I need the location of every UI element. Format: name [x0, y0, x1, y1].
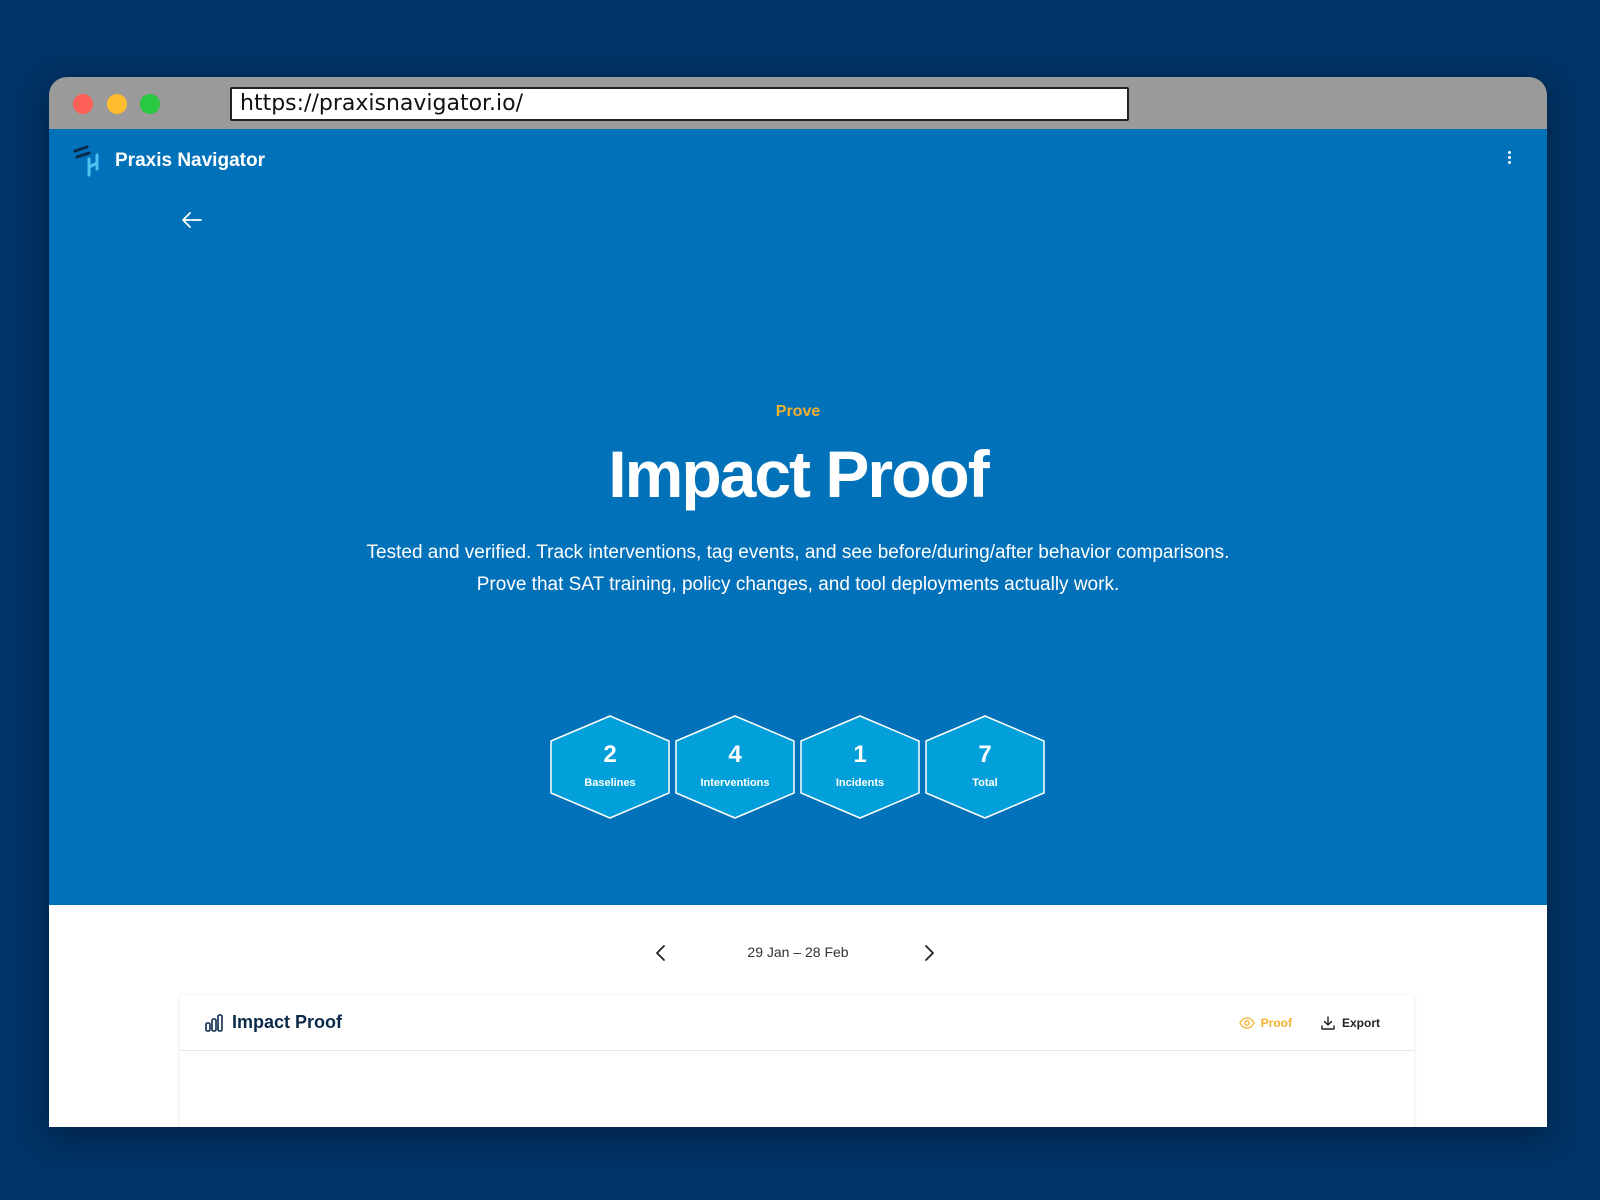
- stat-value: 4: [728, 741, 742, 768]
- main-content: 29 Jan – 28 Feb Impact Proof Proof Expor…: [49, 905, 1547, 1127]
- arrow-left-icon[interactable]: [180, 208, 204, 232]
- card-title: Impact Proof: [232, 1012, 343, 1032]
- date-range-label: 29 Jan – 28 Feb: [747, 944, 849, 960]
- maximize-window-button[interactable]: [140, 94, 160, 114]
- hero-section: Praxis Navigator Prove Impact Proof Test…: [49, 129, 1547, 905]
- kebab-menu-icon[interactable]: [1503, 151, 1515, 171]
- eye-icon: [1238, 1017, 1255, 1029]
- address-bar[interactable]: https://praxisnavigator.io/: [230, 87, 1129, 121]
- card-header: Impact Proof Proof Export: [180, 995, 1414, 1051]
- browser-chrome: https://praxisnavigator.io/: [49, 77, 1547, 129]
- stat-label: Interventions: [700, 777, 770, 789]
- brand[interactable]: Praxis Navigator: [73, 145, 265, 177]
- brand-name: Praxis Navigator: [115, 150, 265, 171]
- stat-value: 2: [603, 741, 617, 768]
- page-title: Impact Proof: [608, 437, 989, 511]
- date-navigator: 29 Jan – 28 Feb: [49, 941, 1547, 965]
- stat-hex-interventions: 4 Interventions: [675, 715, 795, 819]
- minimize-window-button[interactable]: [107, 94, 127, 114]
- impact-proof-card: Impact Proof Proof Export: [180, 995, 1414, 1127]
- download-icon: [1321, 1016, 1335, 1030]
- stat-label: Incidents: [835, 777, 885, 789]
- praxis-logo-icon: [73, 145, 99, 177]
- proof-button[interactable]: Proof: [1238, 1013, 1292, 1033]
- close-window-button[interactable]: [73, 94, 93, 114]
- bar-chart-icon: [205, 1014, 223, 1032]
- section-eyebrow: Prove: [775, 403, 821, 420]
- stat-value: 1: [853, 741, 867, 768]
- stat-hex-baselines: 2 Baselines: [550, 715, 670, 819]
- stat-label: Baselines: [584, 777, 636, 789]
- chevron-right-icon[interactable]: [917, 941, 941, 965]
- browser-window: https://praxisnavigator.io/ Praxis Navig…: [49, 77, 1547, 1127]
- proof-button-label: Proof: [1260, 1016, 1292, 1030]
- page-description: Tested and verified. Track interventions…: [366, 542, 1230, 595]
- stat-label: Total: [972, 777, 998, 789]
- export-button-label: Export: [1341, 1016, 1380, 1030]
- stat-hex-incidents: 1 Incidents: [800, 715, 920, 819]
- stat-value: 7: [978, 741, 992, 768]
- stat-hex-total: 7 Total: [925, 715, 1045, 819]
- export-button[interactable]: Export: [1320, 1013, 1380, 1033]
